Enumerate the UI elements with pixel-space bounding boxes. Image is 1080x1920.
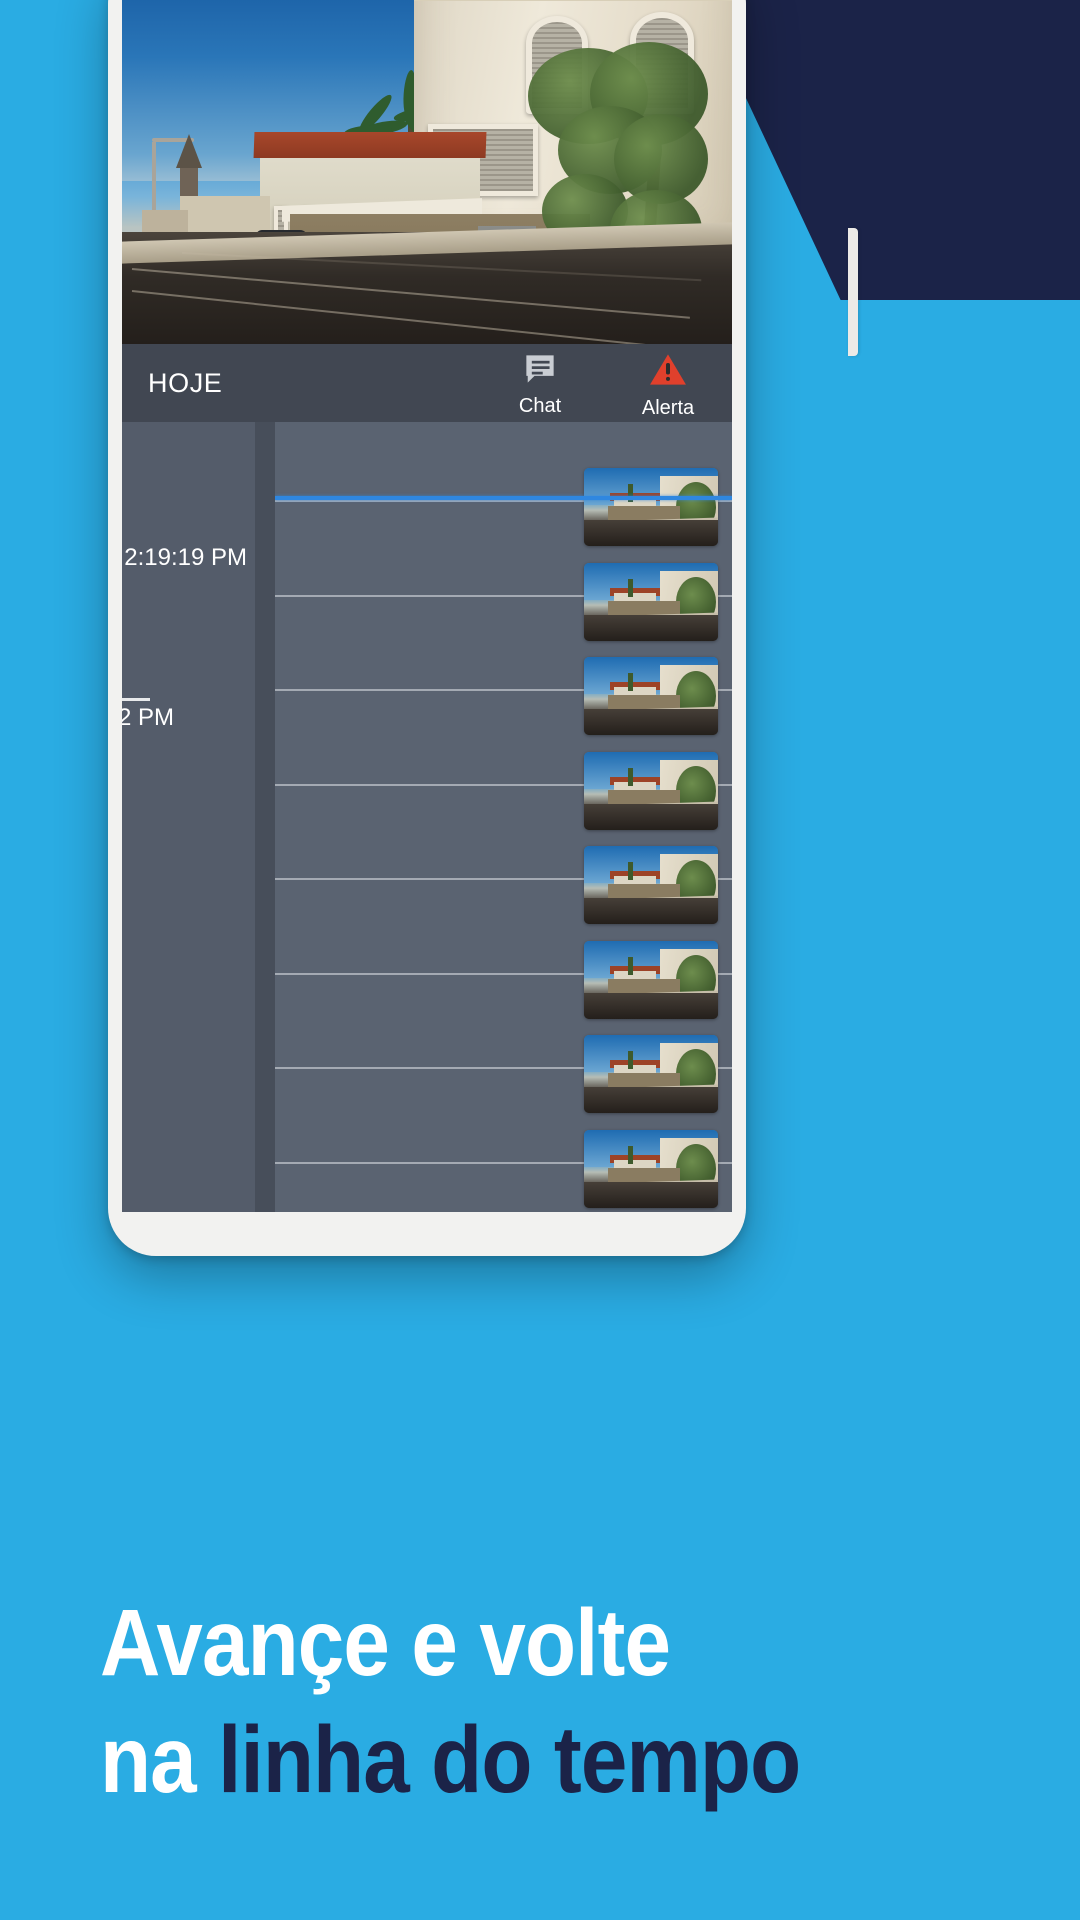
chat-bubble-icon xyxy=(523,354,557,389)
headline-line-1: Avançe e volte xyxy=(100,1590,671,1696)
timeline-current-time: 2:19:19 PM xyxy=(124,544,247,571)
street-road xyxy=(122,232,732,344)
alert-button[interactable]: Alerta xyxy=(604,347,732,420)
phone-mockup: HOJE Chat Alerta 2:19:19 PM 2 PM xyxy=(108,0,858,1256)
timeline-panel[interactable]: 2:19:19 PM 2 PM xyxy=(122,422,732,1212)
today-date-label: HOJE xyxy=(148,367,223,398)
timeline-thumbnail[interactable] xyxy=(584,846,718,924)
timeline-playhead[interactable] xyxy=(275,496,732,500)
headline-line-2-white: na xyxy=(100,1707,219,1813)
promo-headline: Avançe e volte na linha do tempo xyxy=(100,1596,892,1808)
phone-screen: HOJE Chat Alerta 2:19:19 PM 2 PM xyxy=(122,0,732,1212)
timeline-thumbnail[interactable] xyxy=(584,468,718,546)
timeline-thumbnail[interactable] xyxy=(584,562,718,641)
hour-tick-mark xyxy=(122,698,150,701)
phone-power-button xyxy=(848,228,858,356)
app-top-bar: HOJE Chat Alerta xyxy=(122,344,732,422)
timeline-divider xyxy=(255,422,275,1212)
timeline-track[interactable] xyxy=(275,422,732,1212)
timeline-thumbnail[interactable] xyxy=(584,940,718,1019)
top-bar-actions: Chat Alerta xyxy=(476,347,732,420)
headline-line-2-navy: linha do tempo xyxy=(218,1707,801,1813)
camera-live-view[interactable] xyxy=(122,0,732,344)
timeline-hour-label: 2 PM xyxy=(122,704,175,731)
alert-button-label: Alerta xyxy=(641,396,695,419)
chat-button[interactable]: Chat xyxy=(476,347,604,420)
headline-line-2: na linha do tempo xyxy=(100,1713,892,1808)
warning-triangle-icon xyxy=(649,353,687,391)
timeline-thumbnail[interactable] xyxy=(584,1035,718,1113)
timeline-thumbnail[interactable] xyxy=(584,1129,718,1208)
timeline-thumbnail[interactable] xyxy=(584,657,718,735)
timeline-time-gutter[interactable]: 2:19:19 PM 2 PM xyxy=(122,422,255,1212)
timeline-thumbnail[interactable] xyxy=(584,751,718,830)
chat-button-label: Chat xyxy=(518,395,562,417)
